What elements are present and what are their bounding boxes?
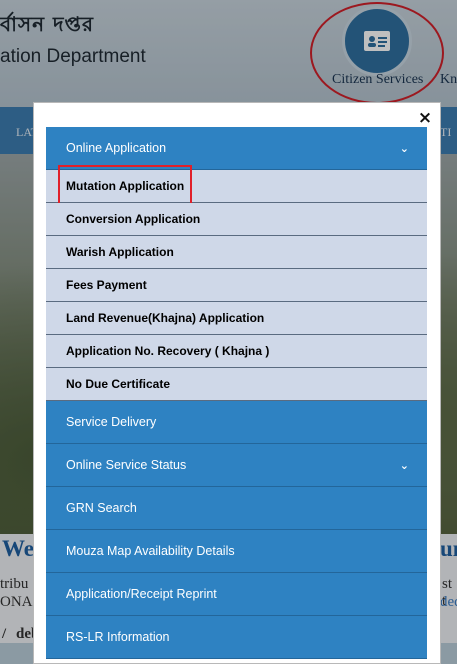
- close-icon[interactable]: ×: [416, 109, 434, 127]
- accordion-label: Online Application: [66, 141, 167, 155]
- menu-item-conversion-application[interactable]: Conversion Application: [46, 203, 427, 236]
- menu-item-label: Application No. Recovery ( Khajna ): [66, 344, 270, 358]
- accordion-label: GRN Search: [66, 501, 137, 515]
- chevron-down-icon: ⌄: [399, 142, 409, 155]
- chevron-down-icon: ⌄: [399, 459, 409, 472]
- accordion-online-application[interactable]: Online Application ⌄: [46, 127, 427, 170]
- menu-item-land-revenue-application[interactable]: Land Revenue(Khajna) Application: [46, 302, 427, 335]
- accordion-label: Mouza Map Availability Details: [66, 544, 235, 558]
- accordion-online-service-status[interactable]: Online Service Status ⌄: [46, 444, 427, 487]
- accordion-mouza-map-availability[interactable]: Mouza Map Availability Details: [46, 530, 427, 573]
- accordion-label: Service Delivery: [66, 415, 157, 429]
- menu-item-application-no-recovery[interactable]: Application No. Recovery ( Khajna ): [46, 335, 427, 368]
- accordion-grn-search[interactable]: GRN Search: [46, 487, 427, 530]
- menu-item-label: Land Revenue(Khajna) Application: [66, 311, 265, 325]
- menu-item-label: No Due Certificate: [66, 377, 171, 391]
- menu-item-warish-application[interactable]: Warish Application: [46, 236, 427, 269]
- menu-item-fees-payment[interactable]: Fees Payment: [46, 269, 427, 302]
- menu-item-label: Conversion Application: [66, 212, 201, 226]
- services-accordion: Online Application ⌄ Mutation Applicatio…: [46, 127, 427, 659]
- accordion-label: RS-LR Information: [66, 630, 170, 644]
- citizen-services-modal: × Online Application ⌄ Mutation Applicat…: [33, 102, 441, 664]
- accordion-application-receipt-reprint[interactable]: Application/Receipt Reprint: [46, 573, 427, 616]
- menu-item-no-due-certificate[interactable]: No Due Certificate: [46, 368, 427, 401]
- accordion-service-delivery[interactable]: Service Delivery: [46, 401, 427, 444]
- accordion-label: Application/Receipt Reprint: [66, 587, 217, 601]
- menu-item-label: Mutation Application: [57, 165, 193, 208]
- accordion-rs-lr-information[interactable]: RS-LR Information: [46, 616, 427, 659]
- accordion-label: Online Service Status: [66, 458, 187, 472]
- menu-item-label: Fees Payment: [66, 278, 147, 292]
- menu-item-label: Warish Application: [66, 245, 174, 259]
- menu-item-mutation-application[interactable]: Mutation Application: [46, 165, 427, 208]
